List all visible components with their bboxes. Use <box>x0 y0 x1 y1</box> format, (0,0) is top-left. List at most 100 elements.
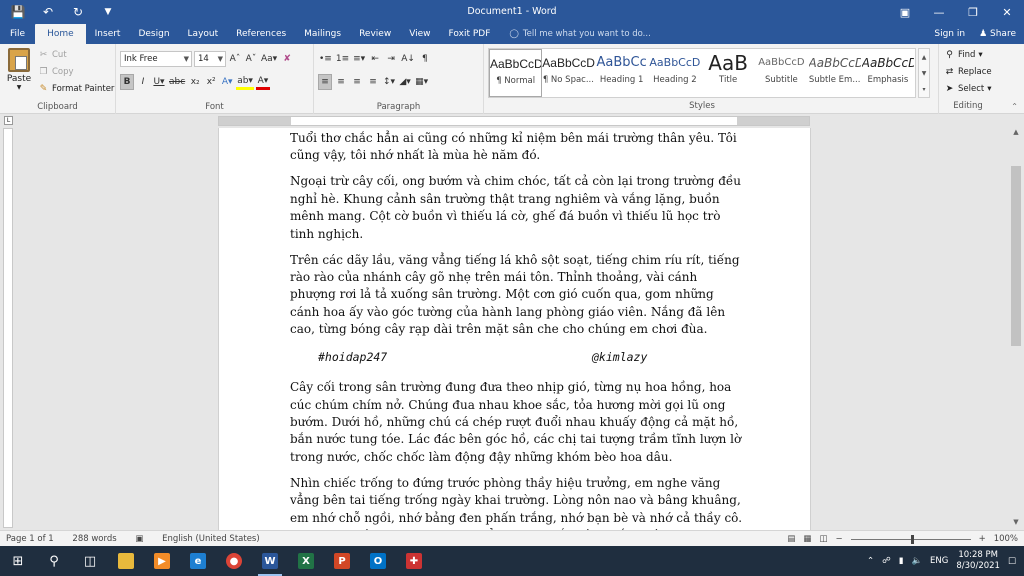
multilevel-list-icon[interactable]: ≡▾ <box>352 51 366 67</box>
edge-icon[interactable]: e <box>180 546 216 576</box>
paste-button[interactable]: Paste ▼ <box>4 48 34 91</box>
share-button[interactable]: ♟ Share <box>979 29 1016 39</box>
numbering-icon[interactable]: 1≡ <box>335 51 350 67</box>
text-effects-button[interactable]: A▾ <box>220 74 234 90</box>
paragraph-3[interactable]: Trên các dãy lầu, văng vẳng tiếng lá khô… <box>290 252 742 339</box>
chevron-up-icon[interactable]: ⌃ <box>867 556 874 566</box>
document-body[interactable]: Tuổi thơ chắc hẳn ai cũng có những kỉ ni… <box>290 130 742 530</box>
tab-layout[interactable]: Layout <box>179 24 228 44</box>
change-case-button[interactable]: Aa▾ <box>260 51 278 67</box>
horizontal-ruler[interactable] <box>218 116 810 126</box>
media-player-icon[interactable]: ▶ <box>144 546 180 576</box>
tab-references[interactable]: References <box>227 24 295 44</box>
style-subtle-emphasis[interactable]: AaBbCcDiSubtle Em... <box>809 49 862 97</box>
customize-qat-icon[interactable]: ▼ <box>100 7 116 17</box>
tell-me-box[interactable]: ◯ Tell me what you want to do... <box>499 24 650 44</box>
excel-icon[interactable]: X <box>288 546 324 576</box>
style-heading-2[interactable]: AaBbCcD Heading 2 <box>649 49 702 97</box>
outlook-icon[interactable]: O <box>360 546 396 576</box>
style-normal[interactable]: AaBbCcDc¶ Normal <box>489 49 543 97</box>
print-layout-icon[interactable]: ▦ <box>803 534 811 544</box>
superscript-button[interactable]: x² <box>204 74 218 90</box>
bold-button[interactable]: B <box>120 74 134 90</box>
select-button[interactable]: ➤ Select ▾ <box>944 81 992 98</box>
snipping-tool-icon[interactable]: ✚ <box>396 546 432 576</box>
web-layout-icon[interactable]: ◫ <box>819 534 827 544</box>
chrome-icon[interactable]: ● <box>216 546 252 576</box>
page-count[interactable]: Page 1 of 1 <box>6 534 54 544</box>
tab-home[interactable]: Home <box>35 24 86 44</box>
windows-start-icon[interactable]: ⊞ <box>0 546 36 576</box>
collapse-ribbon-icon[interactable]: ⌃ <box>1011 102 1018 111</box>
redo-icon[interactable]: ↻ <box>70 5 86 19</box>
input-language[interactable]: ENG <box>930 556 948 566</box>
borders-icon[interactable]: ▦▾ <box>414 74 429 90</box>
style-emphasis[interactable]: AaBbCcDiEmphasis <box>862 49 915 97</box>
align-right-icon[interactable]: ≡ <box>350 74 364 90</box>
subscript-button[interactable]: x₂ <box>188 74 202 90</box>
style-no-spacing[interactable]: AaBbCcDc¶ No Spac... <box>542 49 595 97</box>
replace-button[interactable]: ⇄ Replace <box>944 64 992 81</box>
justify-icon[interactable]: ≡ <box>366 74 380 90</box>
tab-foxit-pdf[interactable]: Foxit PDF <box>440 24 500 44</box>
highlight-button[interactable]: ab▾ <box>236 74 254 90</box>
format-painter-button[interactable]: ✎ Format Painter <box>38 81 115 98</box>
tab-mailings[interactable]: Mailings <box>295 24 350 44</box>
font-size-combo[interactable]: 14 ▼ <box>194 51 226 67</box>
vertical-ruler[interactable] <box>3 128 13 528</box>
scroll-thumb[interactable] <box>1011 166 1021 346</box>
cut-button[interactable]: ✂ Cut <box>38 47 114 64</box>
styles-scroll[interactable]: ▲ ▼ ▾ <box>918 48 930 98</box>
line-spacing-icon[interactable]: ↕▾ <box>382 74 396 90</box>
network-icon[interactable]: ☍ <box>882 556 891 566</box>
increase-indent-icon[interactable]: ⇥ <box>384 51 398 67</box>
search-icon[interactable]: ⚲ <box>36 546 72 576</box>
zoom-level[interactable]: 100% <box>994 534 1018 544</box>
grow-font-button[interactable]: Aˆ <box>228 51 242 67</box>
copy-button[interactable]: ❐ Copy <box>38 64 114 81</box>
restore-button[interactable]: ❐ <box>956 0 990 24</box>
paragraph-2[interactable]: Ngoại trừ cây cối, ong bướm và chim chóc… <box>290 173 742 243</box>
document-page[interactable]: Tuổi thơ chắc hẳn ai cũng có những kỉ ni… <box>218 128 811 530</box>
zoom-in-icon[interactable]: + <box>979 534 986 544</box>
pilcrow-icon[interactable]: ¶ <box>418 51 432 67</box>
tag-line[interactable]: #hoidap247 @kimlazy <box>290 347 742 369</box>
align-center-icon[interactable]: ≡ <box>334 74 348 90</box>
sign-in-link[interactable]: Sign in <box>934 29 965 39</box>
proofing-icon[interactable]: ▣ <box>135 534 143 544</box>
paragraph-4[interactable]: Cây cối trong sân trường đung đưa theo n… <box>290 379 742 466</box>
tab-file[interactable]: File <box>0 24 35 44</box>
word-count[interactable]: 288 words <box>72 534 116 544</box>
minimize-button[interactable]: — <box>922 0 956 24</box>
tab-view[interactable]: View <box>400 24 439 44</box>
zoom-slider[interactable] <box>850 534 971 544</box>
vertical-scrollbar[interactable]: ▲ ▼ <box>1008 128 1024 530</box>
font-color-button[interactable]: A▾ <box>255 74 270 90</box>
align-left-icon[interactable]: ≡ <box>318 74 332 90</box>
powerpoint-icon[interactable]: P <box>324 546 360 576</box>
clear-formatting-icon[interactable]: ✘ <box>280 51 294 67</box>
battery-icon[interactable]: ▮ <box>899 556 904 566</box>
task-view-icon[interactable]: ◫ <box>72 546 108 576</box>
tab-selector[interactable]: L <box>4 116 13 125</box>
paragraph-5[interactable]: Nhìn chiếc trống to đứng trước phòng thầ… <box>290 475 742 530</box>
bullets-icon[interactable]: •≡ <box>318 51 333 67</box>
style-subtitle[interactable]: AaBbCcD Subtitle <box>755 49 808 97</box>
style-title[interactable]: AaB Title <box>702 49 755 97</box>
style-heading-1[interactable]: AaBbCc Heading 1 <box>596 49 649 97</box>
scroll-up-icon[interactable]: ▲ <box>1008 128 1024 140</box>
underline-button[interactable]: U▾ <box>152 74 166 90</box>
scroll-down-icon[interactable]: ▼ <box>1008 518 1024 530</box>
notifications-icon[interactable]: □ <box>1008 556 1016 566</box>
word-icon[interactable]: W <box>252 546 288 576</box>
paragraph-1[interactable]: Tuổi thơ chắc hẳn ai cũng có những kỉ ni… <box>290 130 742 165</box>
system-clock[interactable]: 10:28 PM 8/30/2021 <box>956 550 1000 572</box>
zoom-out-icon[interactable]: − <box>835 534 842 544</box>
close-button[interactable]: ✕ <box>990 0 1024 24</box>
strikethrough-button[interactable]: abc <box>168 74 186 90</box>
find-button[interactable]: ⚲ Find ▾ <box>944 47 992 64</box>
tab-design[interactable]: Design <box>129 24 178 44</box>
language-status[interactable]: English (United States) <box>162 534 260 544</box>
save-icon[interactable]: 💾 <box>10 5 26 19</box>
file-explorer-icon[interactable] <box>108 546 144 576</box>
